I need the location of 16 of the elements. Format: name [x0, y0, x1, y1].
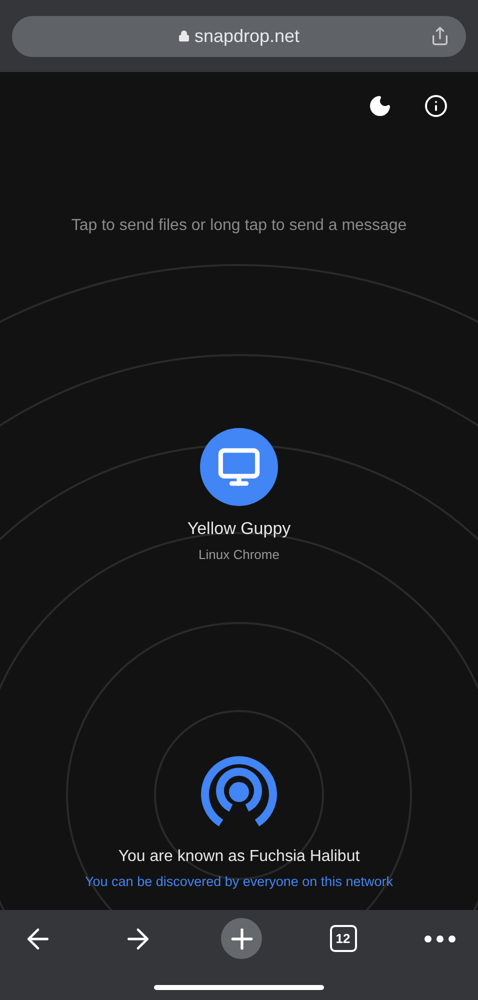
url-text: snapdrop.net: [194, 24, 300, 48]
signal-icon: [198, 754, 279, 827]
discovery-text: You can be discovered by everyone on this network: [85, 872, 393, 891]
share-icon[interactable]: [430, 26, 450, 46]
more-icon[interactable]: [424, 934, 456, 942]
self-name-text: You are known as Fuchsia Halibut: [118, 846, 360, 867]
peer-device: Linux Chrome: [198, 546, 280, 564]
peer-name: Yellow Guppy: [187, 518, 291, 540]
dark-mode-icon[interactable]: [368, 94, 392, 118]
new-tab-button[interactable]: [221, 918, 262, 959]
monitor-icon: [216, 445, 261, 489]
tab-count-button[interactable]: 12: [330, 925, 356, 952]
info-icon[interactable]: [424, 94, 448, 118]
lock-icon: [178, 30, 190, 42]
hint-text: Tap to send files or long tap to send a message: [71, 216, 407, 236]
address-bar[interactable]: snapdrop.net: [12, 16, 466, 56]
